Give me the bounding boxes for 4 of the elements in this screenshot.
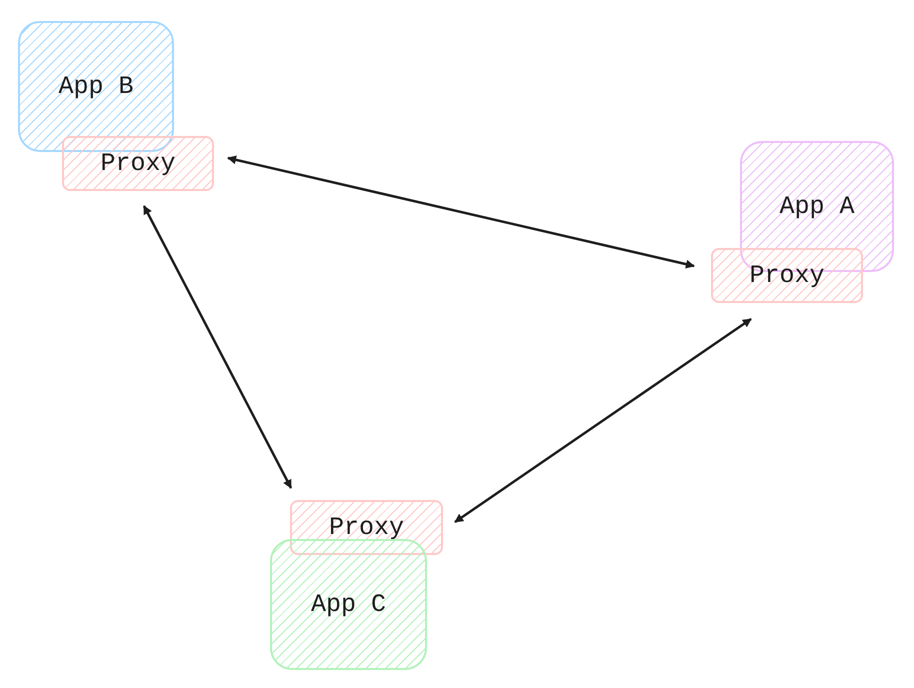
proxy-box: Proxy [62, 136, 214, 191]
proxy-box: Proxy [290, 500, 443, 555]
app-box: App C [270, 539, 427, 670]
app-box: App B [18, 21, 174, 152]
